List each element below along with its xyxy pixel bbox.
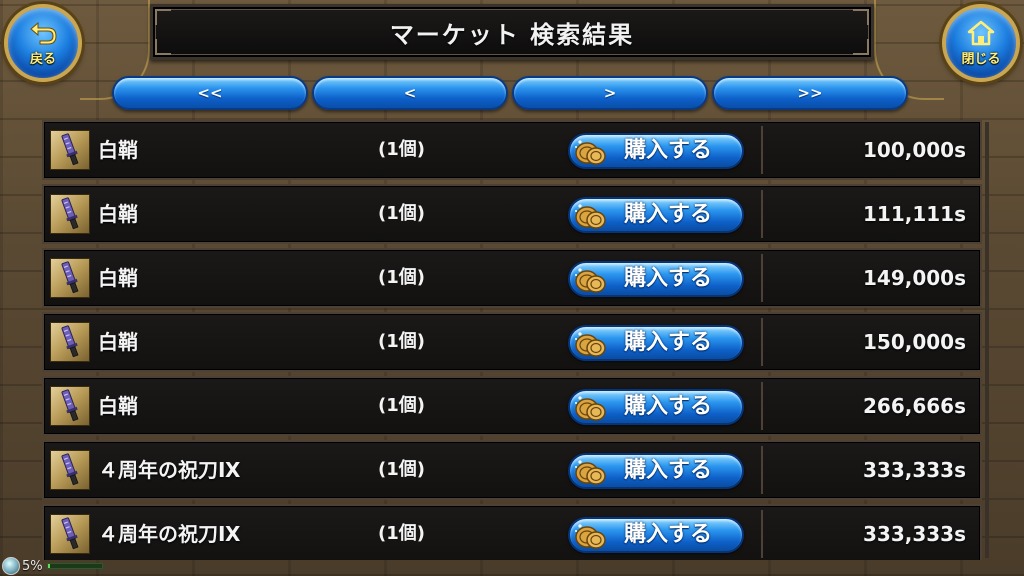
column-divider — [761, 190, 763, 238]
buy-button-label: 購入する — [624, 202, 713, 227]
frame-corner — [155, 9, 171, 25]
listing-row: 白鞘 (1個) 購入する 150,000s — [42, 312, 982, 372]
sword-icon — [50, 386, 90, 426]
item-quantity: (1個) — [378, 331, 425, 352]
listing-row: 白鞘 (1個) 購入する 149,000s — [42, 248, 982, 308]
buy-button-label: 購入する — [624, 330, 713, 355]
item-price: 100,000s — [863, 138, 966, 162]
sword-icon — [50, 450, 90, 490]
item-name: 白鞘 — [98, 138, 138, 162]
coin-icon — [574, 202, 608, 230]
status-orb-icon — [2, 557, 20, 575]
list-scrollbar[interactable] — [985, 122, 989, 558]
sword-icon — [50, 194, 90, 234]
item-price: 333,333s — [863, 458, 966, 482]
listing-row: 白鞘 (1個) 購入する 111,111s — [42, 184, 982, 244]
column-divider — [761, 510, 763, 558]
last-page-button[interactable]: >> — [712, 76, 908, 110]
item-price: 333,333s — [863, 522, 966, 546]
buy-button-label: 購入する — [624, 138, 713, 163]
buy-button-label: 購入する — [624, 394, 713, 419]
item-name: ４周年の祝刀Ⅸ — [98, 458, 241, 482]
frame-corner — [853, 39, 869, 55]
item-name: 白鞘 — [98, 330, 138, 354]
close-button-label: 閉じる — [961, 51, 1001, 67]
sword-icon — [50, 514, 90, 554]
back-button-label: 戻る — [29, 51, 56, 67]
coin-icon — [574, 330, 608, 358]
column-divider — [761, 318, 763, 366]
buy-button-label: 購入する — [624, 266, 713, 291]
item-price: 149,000s — [863, 266, 966, 290]
coin-icon — [574, 458, 608, 486]
item-quantity: (1個) — [378, 395, 425, 416]
sword-icon — [50, 322, 90, 362]
coin-icon — [574, 522, 608, 550]
back-arrow-icon — [30, 21, 57, 44]
column-divider — [761, 446, 763, 494]
item-quantity: (1個) — [378, 203, 425, 224]
item-name: 白鞘 — [98, 266, 138, 290]
back-button[interactable]: 戻る — [4, 4, 82, 82]
status-gauge-fill — [47, 564, 51, 568]
status-percent: 5% — [22, 558, 43, 574]
previous-page-button[interactable]: < — [312, 76, 508, 110]
status-gauge — [46, 563, 103, 569]
item-quantity: (1個) — [378, 523, 425, 544]
item-quantity: (1個) — [378, 267, 425, 288]
item-quantity: (1個) — [378, 139, 425, 160]
first-page-button[interactable]: << — [112, 76, 308, 110]
buy-button[interactable]: 購入する — [568, 389, 744, 425]
buy-button[interactable]: 購入する — [568, 453, 744, 489]
title-bar: マーケット 検索結果 — [150, 4, 874, 60]
coin-icon — [574, 266, 608, 294]
buy-button-label: 購入する — [624, 522, 713, 547]
item-name: ４周年の祝刀Ⅸ — [98, 522, 241, 546]
sword-icon — [50, 130, 90, 170]
buy-button[interactable]: 購入する — [568, 517, 744, 553]
coin-icon — [574, 138, 608, 166]
status-bar: 5% — [0, 556, 150, 576]
frame-corner — [853, 9, 869, 25]
item-price: 266,666s — [863, 394, 966, 418]
item-price: 150,000s — [863, 330, 966, 354]
listing-row: 白鞘 (1個) 購入する 100,000s — [42, 120, 982, 180]
next-page-button[interactable]: > — [512, 76, 708, 110]
coin-icon — [574, 394, 608, 422]
item-quantity: (1個) — [378, 459, 425, 480]
page-title: マーケット 検索結果 — [389, 20, 635, 49]
item-price: 111,111s — [863, 202, 966, 226]
sword-icon — [50, 258, 90, 298]
buy-button[interactable]: 購入する — [568, 261, 744, 297]
home-icon — [967, 20, 995, 45]
column-divider — [761, 126, 763, 174]
item-name: 白鞘 — [98, 202, 138, 226]
listing-row: ４周年の祝刀Ⅸ (1個) 購入する 333,333s — [42, 504, 982, 560]
column-divider — [761, 254, 763, 302]
buy-button[interactable]: 購入する — [568, 133, 744, 169]
buy-button-label: 購入する — [624, 458, 713, 483]
column-divider — [761, 382, 763, 430]
frame-corner — [155, 39, 171, 55]
market-screen: マーケット 検索結果 戻る 閉じる << < > >> 白鞘 (1個) 購入する… — [0, 0, 1024, 576]
buy-button[interactable]: 購入する — [568, 325, 744, 361]
close-button[interactable]: 閉じる — [942, 4, 1020, 82]
buy-button[interactable]: 購入する — [568, 197, 744, 233]
listing-row: 白鞘 (1個) 購入する 266,666s — [42, 376, 982, 436]
listing-row: ４周年の祝刀Ⅸ (1個) 購入する 333,333s — [42, 440, 982, 500]
listing-list: 白鞘 (1個) 購入する 100,000s 白鞘 (1個) 購入する 111,1… — [42, 120, 982, 560]
item-name: 白鞘 — [98, 394, 138, 418]
